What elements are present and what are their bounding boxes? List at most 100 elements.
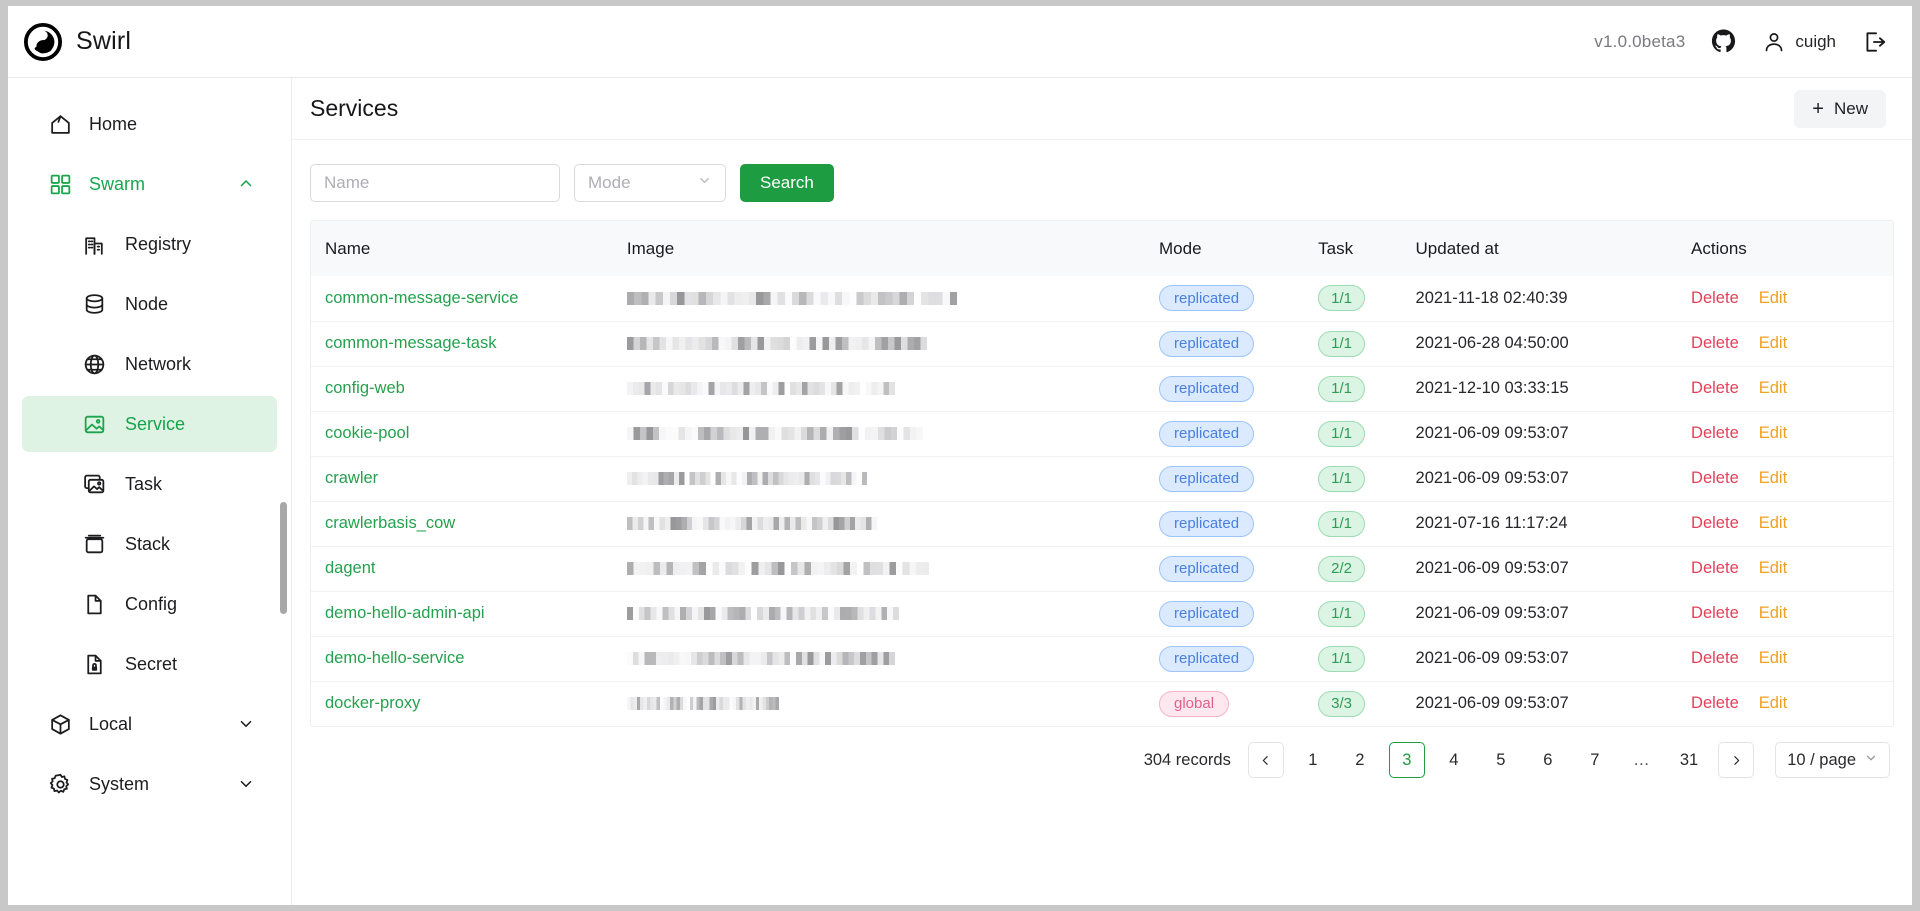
chevron-up-icon[interactable] bbox=[237, 175, 255, 193]
service-actions-cell: Delete Edit bbox=[1691, 456, 1893, 501]
service-image-cell bbox=[627, 501, 1159, 546]
mode-badge: replicated bbox=[1159, 421, 1254, 447]
service-image-cell bbox=[627, 546, 1159, 591]
sidebar-item-label: Swarm bbox=[89, 174, 221, 195]
delete-action[interactable]: Delete bbox=[1691, 649, 1739, 667]
edit-action[interactable]: Edit bbox=[1759, 604, 1787, 622]
delete-action[interactable]: Delete bbox=[1691, 424, 1739, 442]
plus-icon: + bbox=[1812, 99, 1824, 119]
sidebar-item-node[interactable]: Node bbox=[22, 276, 277, 332]
service-name-link[interactable]: dagent bbox=[325, 559, 375, 577]
sidebar-item-label: Task bbox=[125, 474, 255, 495]
edit-action[interactable]: Edit bbox=[1759, 379, 1787, 397]
service-actions-cell: Delete Edit bbox=[1691, 681, 1893, 726]
sidebar-scrollbar-thumb[interactable] bbox=[280, 502, 287, 614]
sidebar-item-stack[interactable]: Stack bbox=[22, 516, 277, 572]
edit-action[interactable]: Edit bbox=[1759, 469, 1787, 487]
pagination: 304 records 1234567…31 10 / page bbox=[310, 727, 1894, 793]
sidebar-item-label: Registry bbox=[125, 234, 255, 255]
task-badge: 1/1 bbox=[1318, 466, 1365, 492]
edit-action[interactable]: Edit bbox=[1759, 334, 1787, 352]
search-button[interactable]: Search bbox=[740, 164, 834, 202]
delete-action[interactable]: Delete bbox=[1691, 559, 1739, 577]
page-number-3[interactable]: 3 bbox=[1389, 742, 1425, 778]
mode-badge: replicated bbox=[1159, 601, 1254, 627]
service-name-link[interactable]: demo-hello-service bbox=[325, 649, 464, 667]
service-mode-cell: replicated bbox=[1159, 591, 1318, 636]
sidebar-item-service[interactable]: Service bbox=[22, 396, 277, 452]
service-task-cell: 1/1 bbox=[1318, 591, 1415, 636]
table-row: cookie-poolreplicated1/12021-06-09 09:53… bbox=[311, 411, 1893, 456]
table-body: common-message-servicereplicated1/12021-… bbox=[311, 276, 1893, 726]
page-number-4[interactable]: 4 bbox=[1436, 742, 1472, 778]
edit-action[interactable]: Edit bbox=[1759, 694, 1787, 712]
page-number-2[interactable]: 2 bbox=[1342, 742, 1378, 778]
page-number-5[interactable]: 5 bbox=[1483, 742, 1519, 778]
chevron-down-icon[interactable] bbox=[237, 775, 255, 793]
page-size-label: 10 / page bbox=[1787, 751, 1856, 770]
mode-select-label: Mode bbox=[588, 173, 631, 193]
delete-action[interactable]: Delete bbox=[1691, 514, 1739, 532]
page-number-7[interactable]: 7 bbox=[1577, 742, 1613, 778]
delete-action[interactable]: Delete bbox=[1691, 694, 1739, 712]
service-name-link[interactable]: docker-proxy bbox=[325, 694, 420, 712]
prev-page-button[interactable] bbox=[1248, 742, 1284, 778]
github-icon[interactable] bbox=[1711, 29, 1736, 54]
service-name-link[interactable]: config-web bbox=[325, 379, 405, 397]
new-button[interactable]: + New bbox=[1794, 90, 1886, 128]
page-number-6[interactable]: 6 bbox=[1530, 742, 1566, 778]
delete-action[interactable]: Delete bbox=[1691, 469, 1739, 487]
next-page-button[interactable] bbox=[1718, 742, 1754, 778]
delete-action[interactable]: Delete bbox=[1691, 289, 1739, 307]
delete-action[interactable]: Delete bbox=[1691, 604, 1739, 622]
service-name-link[interactable]: cookie-pool bbox=[325, 424, 409, 442]
service-task-cell: 1/1 bbox=[1318, 411, 1415, 456]
page-number-1[interactable]: 1 bbox=[1295, 742, 1331, 778]
delete-action[interactable]: Delete bbox=[1691, 334, 1739, 352]
delete-action[interactable]: Delete bbox=[1691, 379, 1739, 397]
page-size-select[interactable]: 10 / page bbox=[1775, 742, 1890, 778]
sidebar-nav: Home Swarm Registry NodeNetworkService Task S… bbox=[8, 96, 291, 812]
service-name-link[interactable]: common-message-service bbox=[325, 289, 518, 307]
edit-action[interactable]: Edit bbox=[1759, 424, 1787, 442]
task-badge: 1/1 bbox=[1318, 511, 1365, 537]
page-header: Services + New bbox=[292, 78, 1912, 140]
logout-icon[interactable] bbox=[1862, 29, 1888, 55]
mode-badge: replicated bbox=[1159, 466, 1254, 492]
mode-badge: global bbox=[1159, 691, 1229, 717]
chevron-down-icon[interactable] bbox=[237, 715, 255, 733]
brand[interactable]: Swirl bbox=[24, 23, 131, 61]
mode-badge: replicated bbox=[1159, 511, 1254, 537]
sidebar-item-system[interactable]: System bbox=[22, 756, 277, 812]
mode-select[interactable]: Mode bbox=[574, 164, 726, 202]
sidebar-item-secret[interactable]: Secret bbox=[22, 636, 277, 692]
sidebar-item-network[interactable]: Network bbox=[22, 336, 277, 392]
sidebar-item-registry[interactable]: Registry bbox=[22, 216, 277, 272]
edit-action[interactable]: Edit bbox=[1759, 514, 1787, 532]
redacted-image-value bbox=[627, 337, 927, 350]
user-menu[interactable]: cuigh bbox=[1762, 30, 1836, 54]
service-name-link[interactable]: crawlerbasis_cow bbox=[325, 514, 455, 532]
service-name-link[interactable]: crawler bbox=[325, 469, 378, 487]
sidebar-item-config[interactable]: Config bbox=[22, 576, 277, 632]
task-badge: 1/1 bbox=[1318, 601, 1365, 627]
service-name-link[interactable]: common-message-task bbox=[325, 334, 496, 352]
sidebar-item-home[interactable]: Home bbox=[22, 96, 277, 152]
task-badge: 1/1 bbox=[1318, 331, 1365, 357]
edit-action[interactable]: Edit bbox=[1759, 649, 1787, 667]
edit-action[interactable]: Edit bbox=[1759, 559, 1787, 577]
search-name-input[interactable] bbox=[310, 164, 560, 202]
service-mode-cell: replicated bbox=[1159, 501, 1318, 546]
sidebar-item-local[interactable]: Local bbox=[22, 696, 277, 752]
task-badge: 1/1 bbox=[1318, 646, 1365, 672]
service-name-link[interactable]: demo-hello-admin-api bbox=[325, 604, 485, 622]
column-header-mode: Mode bbox=[1159, 221, 1318, 276]
edit-action[interactable]: Edit bbox=[1759, 289, 1787, 307]
sidebar-item-swarm[interactable]: Swarm bbox=[22, 156, 277, 212]
redacted-image-value bbox=[627, 697, 779, 710]
page-number-31[interactable]: 31 bbox=[1671, 742, 1707, 778]
sidebar-item-label: Secret bbox=[125, 654, 255, 675]
sidebar-scrollbar[interactable] bbox=[277, 78, 290, 905]
sidebar-item-task[interactable]: Task bbox=[22, 456, 277, 512]
image-icon bbox=[82, 412, 107, 437]
